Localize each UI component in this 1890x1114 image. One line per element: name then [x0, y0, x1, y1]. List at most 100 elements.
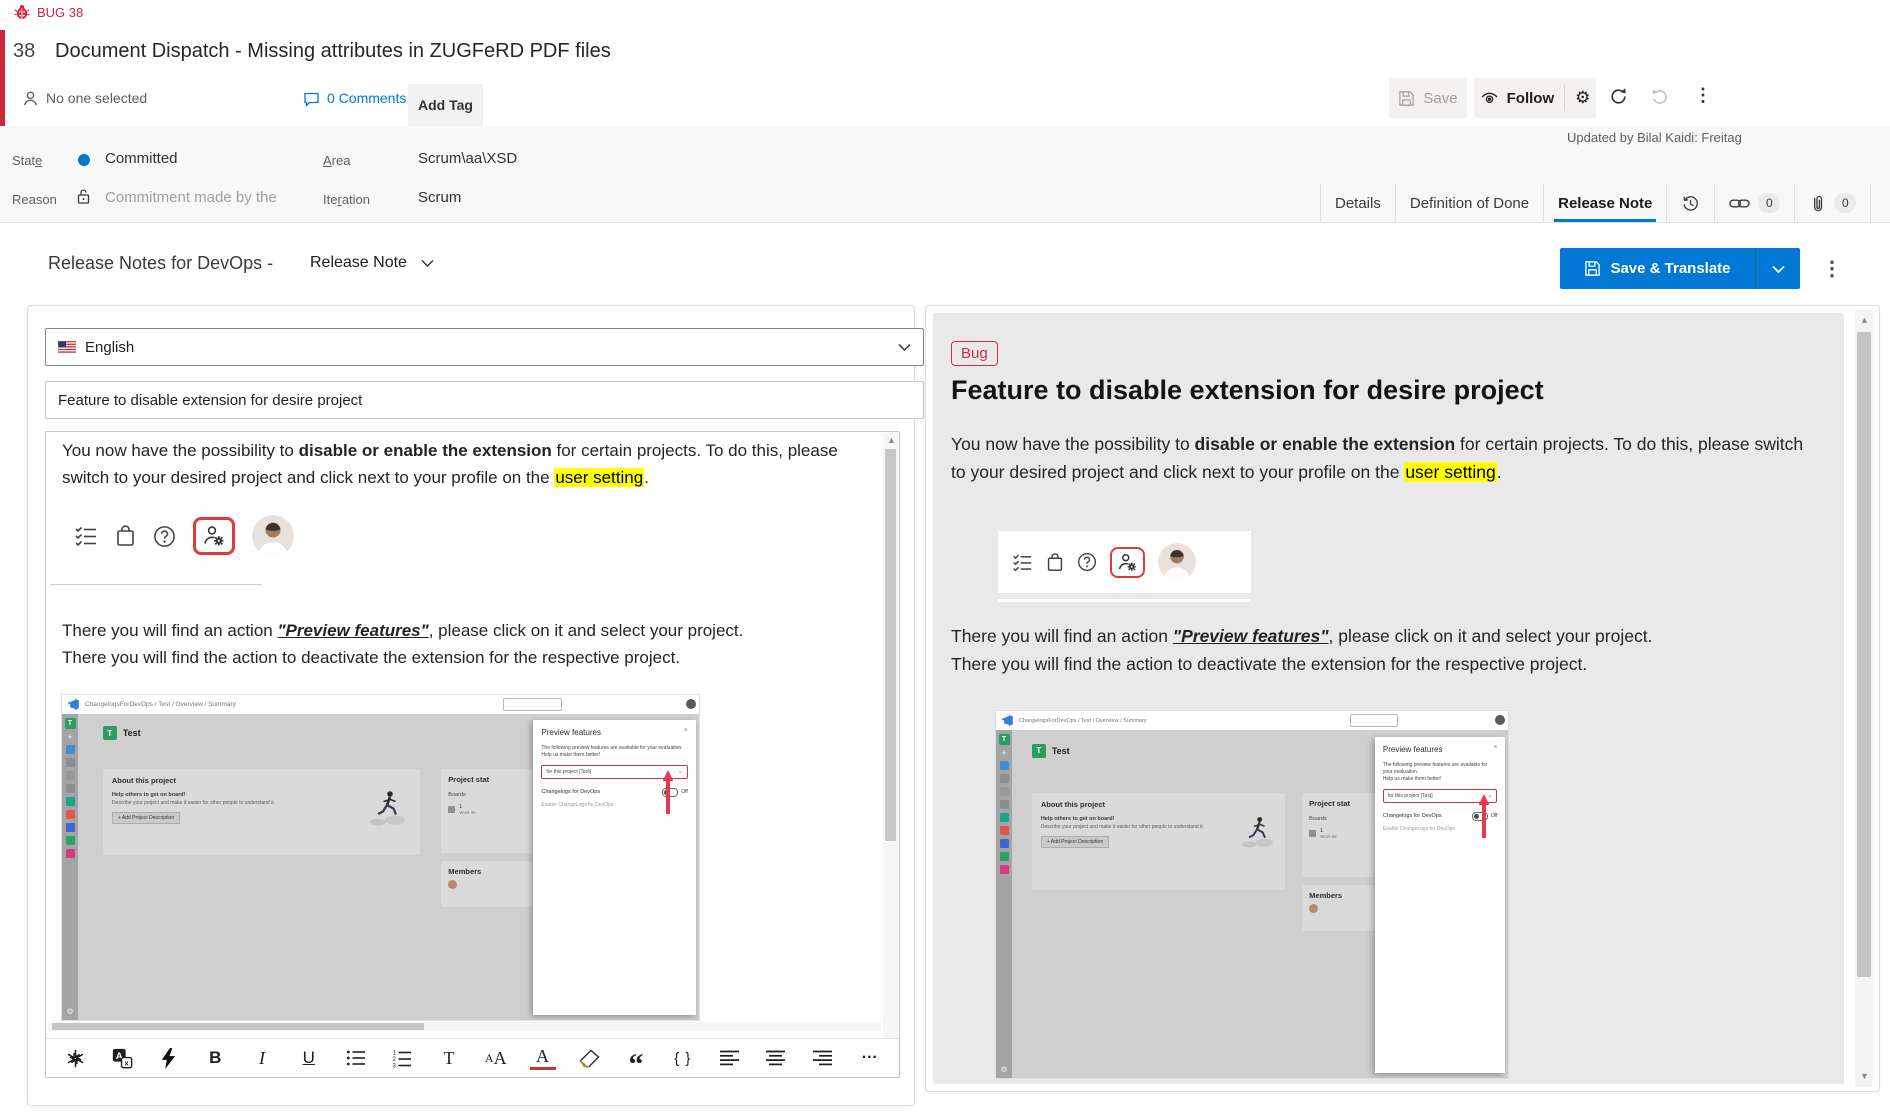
red-arrow-annotation — [662, 770, 674, 814]
iteration-value[interactable]: Scrum — [418, 189, 461, 206]
assigned-to-picker[interactable]: No one selected — [22, 82, 147, 114]
shopping-bag-icon — [115, 524, 136, 548]
view-selector-label: Release Note — [310, 254, 407, 272]
extension-more-options-icon[interactable]: ⋮ — [1822, 256, 1842, 282]
save-button[interactable]: Save — [1389, 78, 1467, 118]
preview-note-title: Feature to disable extension for desire … — [951, 375, 1544, 406]
shot-about-card: About this project Help others to get on… — [1032, 793, 1285, 890]
align-right-button[interactable] — [810, 1045, 836, 1071]
shot-body: T + ⚙ TTest About this project — [996, 730, 1508, 1078]
svg-text:1: 1 — [393, 1050, 397, 1056]
bold-button[interactable]: B — [202, 1045, 228, 1071]
checklist-icon — [1012, 552, 1033, 573]
tab-release-note[interactable]: Release Note — [1543, 184, 1666, 222]
checklist-icon — [74, 524, 98, 548]
underline-button[interactable]: U — [296, 1045, 322, 1071]
save-label: Save — [1423, 90, 1457, 107]
command-bar: No one selected 0 Comments Add Tag Save … — [0, 72, 1890, 124]
comments-link[interactable]: 0 Comments — [303, 82, 406, 114]
view-selector-dropdown[interactable]: Release Note — [310, 254, 434, 272]
tab-definition-of-done[interactable]: Definition of Done — [1395, 184, 1543, 222]
links-count-badge: 0 — [1758, 193, 1780, 213]
italic-button[interactable]: I — [249, 1045, 275, 1071]
tab-attachments[interactable]: 0 — [1794, 184, 1871, 222]
code-button[interactable]: { } — [670, 1045, 696, 1071]
shot-breadcrumb: ChangelogsForDevOps / Test / Overview / … — [1019, 718, 1147, 724]
close-icon: × — [1493, 744, 1497, 751]
state-dot — [78, 154, 90, 166]
save-translate-split-chevron[interactable] — [1755, 248, 1800, 289]
preview-paragraph-1: You now have the possibility to disable … — [951, 431, 1819, 486]
embedded-image-toolbar-icons[interactable] — [74, 515, 294, 557]
translate-icon[interactable]: Ax — [109, 1045, 135, 1071]
save-translate-button[interactable]: Save & Translate — [1560, 248, 1800, 289]
ai-assistant-icon[interactable] — [62, 1045, 88, 1071]
add-tag-button[interactable]: Add Tag — [408, 84, 483, 126]
preview-paragraph-2: There you will find an action "Preview f… — [951, 623, 1819, 678]
shot-body: T + ⚙ TTest About this project — [62, 714, 699, 1020]
state-value[interactable]: Committed — [105, 150, 178, 167]
iteration-label: Iteration — [323, 192, 370, 207]
lock-icon — [76, 188, 91, 205]
follow-button[interactable]: Follow ⚙ — [1474, 78, 1596, 118]
workitem-id: 38 — [13, 40, 35, 63]
release-note-preview-card: Bug Feature to disable extension for des… — [925, 305, 1880, 1092]
follow-eye-icon — [1480, 90, 1499, 106]
chevron-down-icon — [898, 343, 911, 351]
user-settings-icon-highlighted — [1110, 547, 1145, 578]
save-translate-label: Save & Translate — [1610, 260, 1730, 277]
us-flag-icon — [58, 341, 76, 353]
highlight-eraser-icon[interactable] — [576, 1045, 602, 1071]
history-icon — [1681, 194, 1700, 213]
shot-sidebar: T + ⚙ — [996, 730, 1012, 1078]
release-note-editor-card: English Feature to disable extension for… — [27, 305, 915, 1106]
rich-text-editor[interactable]: You now have the possibility to disable … — [45, 431, 900, 1078]
font-size-button[interactable]: AA — [483, 1045, 509, 1071]
azure-devops-logo — [68, 699, 79, 710]
avatar — [1158, 543, 1196, 581]
numbered-list-button[interactable]: 123 — [389, 1045, 415, 1071]
svg-text:2: 2 — [393, 1057, 397, 1063]
text-style-button[interactable]: T — [436, 1045, 462, 1071]
save-icon — [1398, 90, 1415, 107]
tab-links[interactable]: 0 — [1714, 184, 1794, 222]
add-tag-label: Add Tag — [418, 97, 473, 113]
preview-embedded-project-screenshot: ChangelogsForDevOps / Test / Overview / … — [996, 711, 1508, 1078]
note-title-input[interactable]: Feature to disable extension for desire … — [45, 381, 924, 419]
editor-format-toolbar: Ax B I U 123 T AA A “ { } — [46, 1038, 899, 1077]
language-select[interactable]: English — [45, 328, 924, 366]
shopping-bag-icon — [1046, 552, 1064, 573]
shot-about-card: About this project Help others to get on… — [103, 769, 420, 855]
align-left-button[interactable] — [717, 1045, 743, 1071]
more-options-icon[interactable]: ⋮ — [1694, 82, 1712, 108]
reason-value[interactable]: Commitment made by the — [105, 189, 281, 206]
workitem-type-header: BUG 38 — [14, 4, 83, 20]
attachments-count-badge: 0 — [1834, 193, 1856, 213]
area-value[interactable]: Scrum\aa\XSD — [418, 150, 517, 167]
lightning-icon[interactable] — [156, 1045, 182, 1071]
bug-icon — [14, 4, 30, 20]
align-center-button[interactable] — [763, 1045, 789, 1071]
user-settings-icon-highlighted — [193, 517, 235, 555]
bullet-list-button[interactable] — [343, 1045, 369, 1071]
editor-hscrollbar[interactable] — [48, 1022, 881, 1031]
editor-vscrollbar[interactable]: ▲ — [883, 433, 898, 1038]
save-icon — [1584, 260, 1601, 277]
shot-sidebar: T + ⚙ — [62, 714, 78, 1020]
workitem-title[interactable]: Document Dispatch - Missing attributes i… — [55, 40, 611, 63]
workitem-tab-strip: Details Definition of Done Release Note … — [1320, 184, 1871, 222]
quote-button[interactable]: “ — [623, 1038, 649, 1078]
tab-history[interactable] — [1666, 184, 1714, 222]
tab-details[interactable]: Details — [1320, 184, 1395, 222]
shot-avatar — [1495, 715, 1505, 725]
undo-icon[interactable] — [1650, 86, 1671, 107]
font-color-button[interactable]: A — [530, 1046, 556, 1070]
azure-devops-logo — [1002, 715, 1013, 726]
embedded-image-project-screenshot[interactable]: ChangelogsForDevOps / Test / Overview / … — [62, 695, 699, 1020]
area-label: Area — [323, 153, 350, 168]
preview-scrollbar[interactable]: ▲ ▼ — [1855, 310, 1873, 1087]
follow-settings-gear-icon[interactable]: ⚙ — [1575, 88, 1590, 108]
refresh-icon[interactable] — [1608, 86, 1629, 107]
more-formatting-button[interactable]: ··· — [857, 1045, 883, 1071]
person-icon — [22, 90, 39, 107]
